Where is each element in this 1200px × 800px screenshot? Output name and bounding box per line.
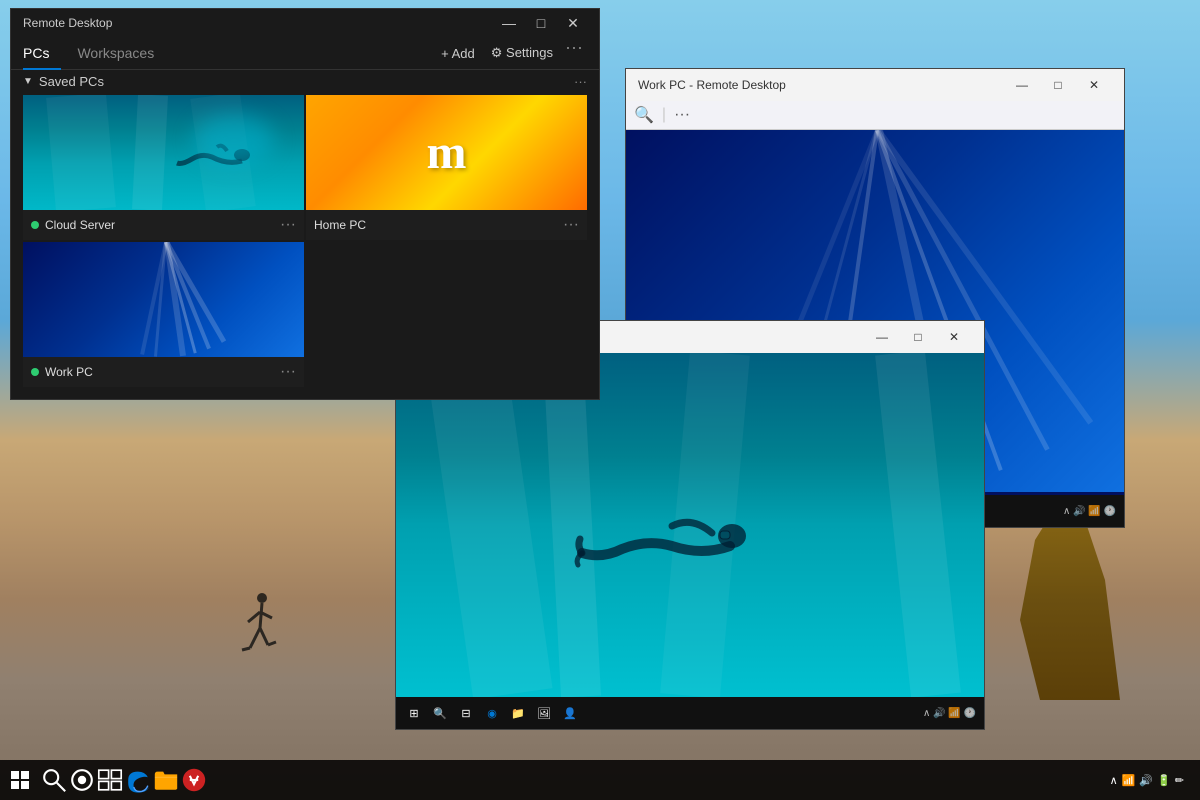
taskbar-network-icon: 📶 (1122, 774, 1136, 787)
cloud-server-close-button[interactable]: ✕ (936, 321, 972, 353)
cloud-server-label-bar: Cloud Server ··· (23, 210, 304, 240)
saved-pcs-more-button[interactable]: ··· (574, 74, 587, 89)
cloud-explorer-icon[interactable]: 📁 (508, 703, 528, 723)
cloud-person-icon[interactable]: 👤 (560, 703, 580, 723)
cloud-server-desktop-content (396, 353, 984, 697)
pc-card-cloud-server[interactable]: Cloud Server ··· (23, 95, 304, 240)
home-pc-label-bar: Home PC ··· (306, 210, 587, 240)
cloud-search-icon[interactable]: 🔍 (430, 703, 450, 723)
cloud-server-status-dot (31, 221, 39, 229)
rd-app-title: Remote Desktop (23, 16, 495, 30)
rd-app-maximize-button[interactable]: □ (527, 9, 555, 37)
collapse-chevron-icon[interactable]: ▼ (23, 76, 33, 87)
zoom-icon[interactable]: 🔍 (634, 105, 654, 125)
cloud-taskview-icon[interactable]: ⊟ (456, 703, 476, 723)
work-pc-toolbar: 🔍 | ··· (626, 101, 1124, 130)
taskbar-battery-icon: 🔋 (1157, 774, 1171, 787)
cloud-server-remote-taskbar: ⊞ 🔍 ⊟ ◉ 📁 🖼 👤 ∧ 🔊 📶 🕐 (396, 697, 984, 729)
remote-desktop-app-window: Remote Desktop — □ ✕ PCs Workspaces + Ad… (10, 8, 600, 400)
pc-card-work-pc[interactable]: Work PC ··· (23, 242, 304, 387)
cloud-sys-tray: ∧ 🔊 📶 🕐 (923, 708, 976, 719)
cloud-start-icon[interactable]: ⊞ (404, 703, 424, 723)
rd-app-titlebar: Remote Desktop — □ ✕ (11, 9, 599, 37)
work-sys-tray: ∧ 🔊 📶 🕐 (1063, 506, 1116, 517)
rd-app-minimize-button[interactable]: — (495, 9, 523, 37)
tab-pcs[interactable]: PCs (23, 37, 61, 69)
cloud-server-name: Cloud Server (45, 218, 280, 232)
more-options-button[interactable]: ··· (561, 37, 587, 69)
light-ray-1 (426, 353, 553, 697)
taskbar-explorer-icon[interactable] (152, 766, 180, 794)
add-button[interactable]: + Add (433, 37, 483, 69)
taskbar-cortana-icon[interactable] (68, 766, 96, 794)
rd-app-tabs: PCs Workspaces + Add ⚙ Settings ··· (11, 37, 599, 70)
taskbar-taskview-icon[interactable] (96, 766, 124, 794)
work-pc-status-dot (31, 368, 39, 376)
desktop: Remote Desktop — □ ✕ PCs Workspaces + Ad… (0, 0, 1200, 800)
work-pc-thumbnail (23, 242, 304, 357)
home-pc-thumb-bg: m (306, 95, 587, 210)
home-pc-more-button[interactable]: ··· (563, 216, 579, 234)
taskbar-system-tray: ∧ 📶 🔊 🔋 ✏ (1110, 774, 1196, 787)
saved-pcs-section-header: ▼ Saved PCs ··· (11, 70, 599, 93)
cloud-server-maximize-button[interactable]: □ (900, 321, 936, 353)
rock-formation (1020, 500, 1120, 700)
home-pc-thumbnail: m (306, 95, 587, 210)
pc-card-home-pc[interactable]: m Home PC ··· (306, 95, 587, 240)
light-ray-4 (875, 353, 961, 697)
cloud-server-thumbnail (23, 95, 304, 210)
rd-app-window-controls: — □ ✕ (495, 9, 587, 37)
work-pc-window-controls: — □ ✕ (1004, 69, 1112, 101)
cloud-photos-icon[interactable]: 🖼 (534, 703, 554, 723)
desktop-taskbar: ∧ 📶 🔊 🔋 ✏ (0, 760, 1200, 800)
toolbar-separator: | (662, 106, 666, 124)
taskbar-search-icon[interactable] (40, 766, 68, 794)
taskbar-app-icon[interactable] (180, 766, 208, 794)
work-pc-toolbar-more[interactable]: ··· (674, 106, 690, 124)
work-pc-titlebar: Work PC - Remote Desktop — □ ✕ (626, 69, 1124, 101)
work-pc-minimize-button[interactable]: — (1004, 69, 1040, 101)
taskbar-volume-icon: 🔊 (1139, 774, 1153, 787)
runner-silhouette (240, 590, 280, 680)
cloud-server-window-controls: — □ ✕ (864, 321, 972, 353)
cloud-server-thumb-bg (23, 95, 304, 210)
work-pc-close-button[interactable]: ✕ (1076, 69, 1112, 101)
work-pc-name: Work PC (45, 365, 280, 379)
cloud-server-minimize-button[interactable]: — (864, 321, 900, 353)
taskbar-edge-icon[interactable] (124, 766, 152, 794)
work-pc-more-button[interactable]: ··· (280, 363, 296, 381)
saved-pcs-label: Saved PCs (39, 74, 574, 89)
swimmer-icon (172, 135, 262, 180)
windows-logo-icon (11, 771, 29, 789)
pc-grid: Cloud Server ··· m Home PC ··· (11, 93, 599, 399)
work-pc-label-bar: Work PC ··· (23, 357, 304, 387)
settings-button[interactable]: ⚙ Settings (483, 37, 561, 69)
taskbar-pen-icon[interactable]: ✏ (1175, 774, 1184, 787)
start-button[interactable] (4, 764, 36, 796)
home-pc-name: Home PC (314, 218, 563, 232)
cloud-edge-icon[interactable]: ◉ (482, 703, 502, 723)
cloud-swimmer-icon (572, 491, 772, 591)
work-pc-thumb-bg (23, 242, 304, 357)
home-pc-logo: m (427, 125, 467, 180)
taskbar-tray-chevron[interactable]: ∧ (1110, 774, 1118, 787)
work-pc-window-title: Work PC - Remote Desktop (638, 78, 1004, 92)
work-pc-maximize-button[interactable]: □ (1040, 69, 1076, 101)
tab-workspaces[interactable]: Workspaces (77, 37, 166, 69)
rd-app-close-button[interactable]: ✕ (559, 9, 587, 37)
cloud-server-more-button[interactable]: ··· (280, 216, 296, 234)
